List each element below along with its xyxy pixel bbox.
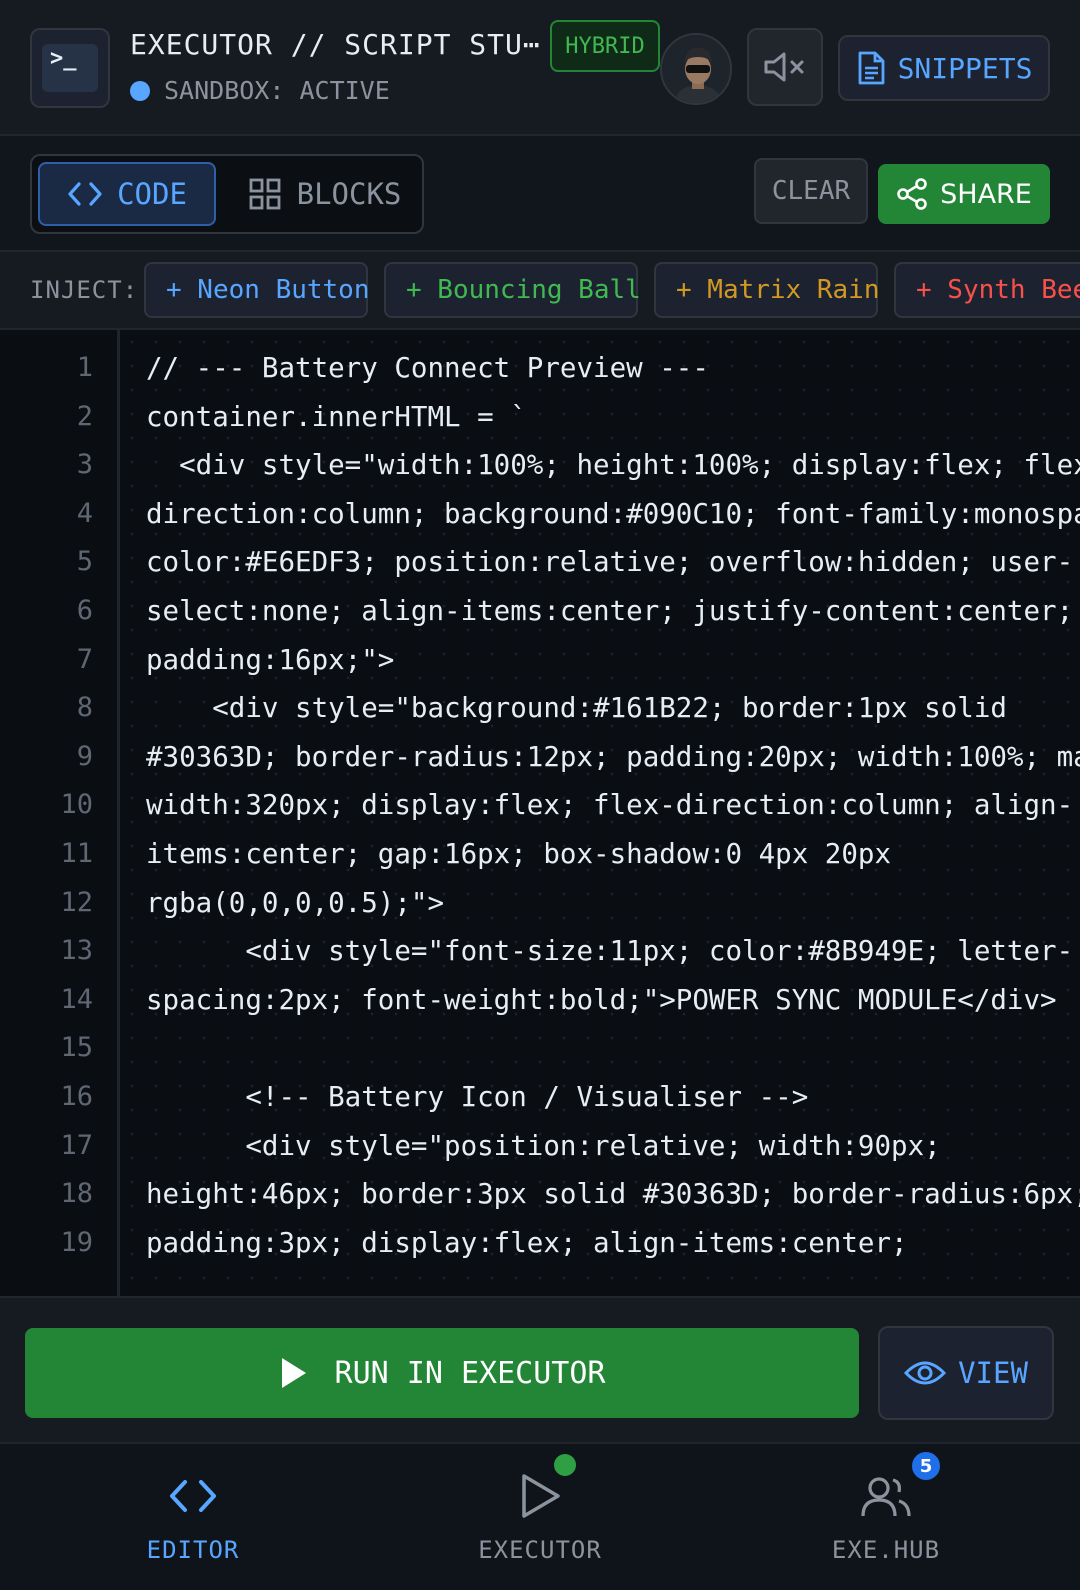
code-brackets-icon	[68, 182, 102, 206]
code-line[interactable]: color:#E6EDF3; position:relative; overfl…	[146, 546, 1073, 578]
code-line[interactable]: height:46px; border:3px solid #30363D; b…	[146, 1178, 1080, 1210]
chip-label: + Synth Beep	[916, 275, 1080, 305]
terminal-glyph: >_	[50, 46, 77, 71]
avatar[interactable]	[660, 33, 732, 105]
tab-code-label: CODE	[117, 177, 187, 211]
code-line[interactable]: padding:16px;">	[146, 644, 394, 676]
editor-toolbar: CODE BLOCKS CLEAR SHARE	[0, 136, 1080, 252]
inject-neon-button-chip[interactable]: + Neon Button	[144, 262, 370, 318]
code-line[interactable]: items:center; gap:16px; box-shadow:0 4px…	[146, 838, 891, 870]
chip-label: + Neon Button	[166, 275, 370, 305]
inject-synth-beep-chip[interactable]: + Synth Beep	[894, 262, 1080, 318]
line-number: 18	[60, 1178, 93, 1210]
line-number-gutter: 1 2 3 4 5 6 7 8 9 10 11 12 13 14 15 16 17 18 19	[0, 330, 120, 1296]
line-number: 19	[60, 1226, 93, 1258]
code-line[interactable]: container.innerHTML = `	[146, 401, 527, 433]
code-line[interactable]: direction:column; background:#090C10; fo…	[146, 498, 1080, 530]
tab-blocks[interactable]: BLOCKS	[236, 162, 414, 226]
app-title: EXECUTOR // SCRIPT STU⋯	[130, 28, 541, 61]
view-button[interactable]: VIEW	[878, 1326, 1054, 1420]
view-label: VIEW	[958, 1356, 1028, 1390]
code-line[interactable]: padding:3px; display:flex; align-items:c…	[146, 1227, 908, 1259]
users-icon: 5	[856, 1450, 942, 1526]
speaker-muted-icon	[764, 52, 804, 82]
document-icon	[858, 51, 884, 85]
line-number: 3	[76, 449, 93, 481]
line-number: 6	[76, 595, 93, 626]
run-bar: RUN IN EXECUTOR VIEW	[0, 1296, 1080, 1444]
inject-bar: INJECT: + Neon Button + Bouncing Ball + …	[0, 252, 1080, 330]
code-line[interactable]: select:none; align-items:center; justify…	[146, 595, 1073, 627]
tab-code[interactable]: CODE	[38, 162, 216, 226]
line-number: 16	[60, 1081, 93, 1112]
avatar-image	[662, 35, 730, 103]
play-icon	[281, 1358, 306, 1388]
nav-exe-hub-label: EXE.HUB	[831, 1536, 941, 1564]
inject-matrix-rain-chip[interactable]: + Matrix Rain	[654, 262, 880, 318]
line-number: 9	[76, 740, 93, 772]
app-header: >_ EXECUTOR // SCRIPT STU⋯ SANDBOX: ACTI…	[0, 0, 1080, 136]
executor-live-dot	[554, 1454, 576, 1476]
code-line[interactable]: <div style="position:relative; width:90p…	[146, 1130, 940, 1162]
sandbox-status: SANDBOX: ACTIVE	[130, 76, 390, 105]
clear-button[interactable]: CLEAR	[754, 158, 868, 224]
nav-exe-hub[interactable]: 5 EXE.HUB	[786, 1450, 986, 1576]
code-line[interactable]: rgba(0,0,0,0.5);">	[146, 887, 444, 919]
code-line[interactable]: <div style="font-size:11px; color:#8B949…	[146, 935, 1073, 967]
share-label: SHARE	[940, 178, 1032, 210]
run-in-executor-button[interactable]: RUN IN EXECUTOR	[25, 1328, 859, 1418]
bottom-navigation: EDITOR EXECUTOR 5 EXE.HUB	[0, 1444, 1080, 1590]
mute-button[interactable]	[747, 28, 823, 106]
nav-editor[interactable]: EDITOR	[93, 1466, 293, 1576]
eye-icon	[904, 1361, 947, 1385]
chip-label: + Bouncing Ball	[406, 275, 641, 305]
line-number: 13	[60, 935, 93, 967]
line-number: 15	[60, 1032, 93, 1064]
line-number: 14	[60, 983, 93, 1015]
line-number: 2	[76, 400, 93, 432]
terminal-icon: >_	[42, 44, 98, 92]
inject-bouncing-ball-chip[interactable]: + Bouncing Ball	[384, 262, 641, 318]
code-line[interactable]: width:320px; display:flex; flex-directio…	[146, 789, 1073, 821]
code-line[interactable]: spacing:2px; font-weight:bold;">POWER SY…	[146, 984, 1057, 1016]
snippets-button[interactable]: SNIPPETS	[838, 35, 1050, 101]
code-editor[interactable]: 1 2 3 4 5 6 7 8 9 10 11 12 13 14 15 16 17 18 19 // --- Bat…	[0, 330, 1080, 1296]
hub-notification-badge: 5	[910, 1450, 942, 1482]
mode-badge[interactable]: HYBRID	[550, 20, 660, 72]
play-outline-icon	[510, 1454, 576, 1526]
line-number: 17	[60, 1129, 93, 1161]
line-number: 1	[76, 352, 93, 383]
line-number: 10	[60, 789, 93, 821]
code-line[interactable]: <div style="width:100%; height:100%; dis…	[146, 449, 1080, 481]
nav-editor-label: EDITOR	[146, 1536, 240, 1564]
code-line[interactable]: <!-- Battery Icon / Visualiser -->	[146, 1081, 808, 1113]
status-dot	[130, 80, 150, 101]
line-number: 7	[76, 643, 93, 675]
grid-icon	[249, 178, 281, 210]
code-brackets-icon	[163, 1466, 223, 1526]
status-text: SANDBOX: ACTIVE	[164, 76, 390, 105]
share-icon	[897, 178, 927, 210]
chip-label: + Matrix Rain	[676, 275, 880, 305]
run-label: RUN IN EXECUTOR	[334, 1355, 606, 1391]
code-line[interactable]: <div style="background:#161B22; border:1…	[146, 692, 1007, 724]
code-line[interactable]: // --- Battery Connect Preview ---	[146, 352, 709, 384]
code-line[interactable]: #30363D; border-radius:12px; padding:20p…	[146, 741, 1080, 773]
terminal-button[interactable]: >_	[30, 28, 110, 108]
nav-executor[interactable]: EXECUTOR	[440, 1454, 640, 1576]
line-number: 4	[76, 497, 93, 529]
inject-label: INJECT:	[30, 276, 139, 304]
line-number: 11	[60, 838, 93, 869]
nav-executor-label: EXECUTOR	[478, 1536, 602, 1564]
line-number: 5	[76, 546, 93, 578]
view-mode-toggle: CODE BLOCKS	[30, 154, 424, 234]
line-number: 12	[60, 886, 93, 918]
share-button[interactable]: SHARE	[878, 164, 1050, 224]
snippets-label: SNIPPETS	[897, 51, 1033, 85]
line-number: 8	[76, 692, 93, 724]
tab-blocks-label: BLOCKS	[296, 177, 402, 211]
